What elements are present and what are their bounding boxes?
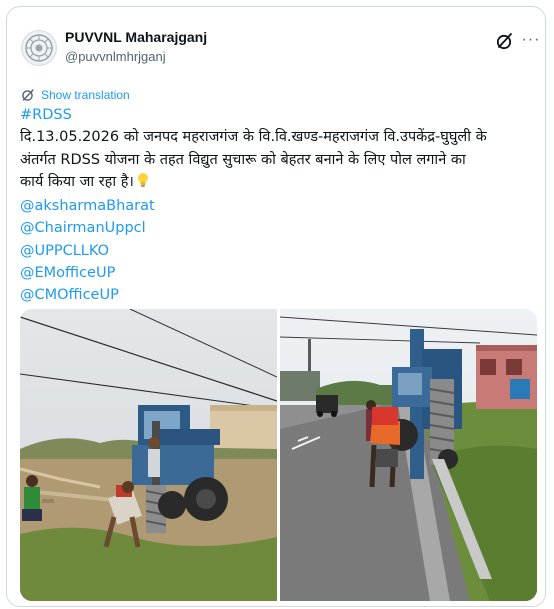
show-translation-link[interactable]: Show translation — [21, 86, 130, 104]
mention-link[interactable]: @aksharmaBharat — [20, 195, 540, 217]
post-line-last: कार्य किया जा रहा है। — [20, 171, 540, 195]
tweet-card[interactable]: PUVVNL Maharajganj @puvvnlmhrjganj ··· S… — [6, 6, 546, 607]
photo-roadside-auger-machine[interactable] — [280, 309, 537, 601]
mention-link[interactable]: @EMofficeUP — [20, 262, 540, 284]
grok-icon[interactable] — [495, 31, 515, 51]
photo-field-pole-digging[interactable] — [20, 309, 277, 601]
mention-link[interactable]: @UPPCLLKO — [20, 240, 540, 262]
lightbulb-icon — [136, 172, 150, 195]
post-text: #RDSS दि.13.05.2026 को जनपद महराजगंज के … — [20, 104, 540, 307]
hashtag-link[interactable]: #RDSS — [20, 104, 540, 126]
show-translation-label: Show translation — [41, 88, 130, 102]
display-name[interactable]: PUVVNL Maharajganj — [65, 29, 207, 45]
more-options-button[interactable]: ··· — [521, 31, 541, 51]
user-handle[interactable]: @puvvnlmhrjganj — [65, 49, 166, 64]
post-line: दि.13.05.2026 को जनपद महराजगंज के वि.वि.… — [20, 129, 487, 146]
post-line-text: कार्य किया जा रहा है। — [20, 173, 134, 190]
mention-link[interactable]: @CMOfficeUP — [20, 284, 540, 306]
translate-icon — [22, 89, 34, 101]
mention-link[interactable]: @ChairmanUppcl — [20, 217, 540, 239]
avatar[interactable] — [21, 30, 57, 66]
more-dots-icon: ··· — [521, 31, 541, 48]
post-line: अंतर्गत RDSS योजना के तहत विद्युत सुचारू… — [20, 151, 466, 168]
